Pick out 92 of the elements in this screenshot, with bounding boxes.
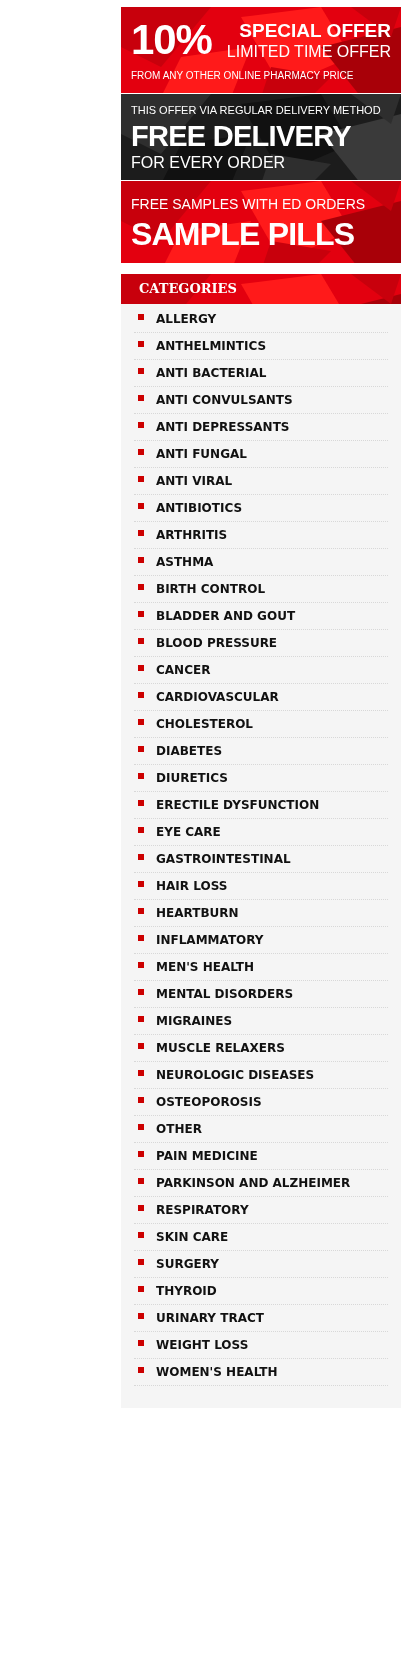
category-link[interactable]: ARTHRITIS (156, 526, 228, 544)
category-link[interactable]: ANTI CONVULSANTS (156, 391, 293, 409)
bullet-icon (138, 1124, 144, 1130)
category-link[interactable]: EYE CARE (156, 823, 221, 841)
bullet-icon (138, 1043, 144, 1049)
samples-note: FREE SAMPLES WITH ED ORDERS (131, 197, 367, 211)
category-link[interactable]: HEARTBURN (156, 904, 239, 922)
bullet-icon (138, 1151, 144, 1157)
delivery-subline: FOR EVERY ORDER (131, 155, 287, 171)
category-link[interactable]: INFLAMMATORY (156, 931, 264, 949)
bullet-icon (138, 935, 144, 941)
category-link[interactable]: BLADDER AND GOUT (156, 607, 296, 625)
bullet-icon (138, 854, 144, 860)
bullet-icon (138, 449, 144, 455)
category-link[interactable]: GASTROINTESTINAL (156, 850, 291, 868)
bullet-icon (138, 611, 144, 617)
offer-headline: SPECIAL OFFER (239, 21, 391, 40)
bullet-icon (138, 881, 144, 887)
category-link[interactable]: SURGERY (156, 1255, 219, 1273)
category-link[interactable]: BLOOD PRESSURE (156, 634, 278, 652)
bullet-icon (138, 1259, 144, 1265)
bullet-icon (138, 1016, 144, 1022)
category-link[interactable]: MUSCLE RELAXERS (156, 1039, 285, 1057)
category-link[interactable]: SKIN CARE (156, 1228, 229, 1246)
category-link[interactable]: ASTHMA (156, 553, 214, 571)
bullet-icon (138, 692, 144, 698)
bullet-icon (138, 530, 144, 536)
bullet-icon (138, 1313, 144, 1319)
category-link[interactable]: OSTEOPOROSIS (156, 1093, 262, 1111)
bullet-icon (138, 989, 144, 995)
category-link[interactable]: ANTI DEPRESSANTS (156, 418, 290, 436)
category-link[interactable]: DIURETICS (156, 769, 228, 787)
delivery-headline: FREE DELIVERY (131, 122, 352, 151)
category-link[interactable]: RESPIRATORY (156, 1201, 249, 1219)
bullet-icon (138, 1070, 144, 1076)
bullet-icon (138, 773, 144, 779)
category-link[interactable]: ANTI VIRAL (156, 472, 233, 490)
bullet-icon (138, 1178, 144, 1184)
bullet-icon (138, 1232, 144, 1238)
bullet-icon (138, 584, 144, 590)
category-link[interactable]: CHOLESTEROL (156, 715, 253, 733)
discount-amount: 10% (131, 19, 212, 61)
category-link[interactable]: THYROID (156, 1282, 217, 1300)
category-link[interactable]: MENTAL DISORDERS (156, 985, 294, 1003)
category-link[interactable]: URINARY TRACT (156, 1309, 264, 1327)
bullet-icon (138, 314, 144, 320)
category-link[interactable]: ANTI FUNGAL (156, 445, 247, 463)
category-link[interactable]: ANTI BACTERIAL (156, 364, 267, 382)
offer-subline: LIMITED TIME OFFER (226, 44, 391, 60)
samples-headline: SAMPLE PILLS (131, 218, 356, 250)
bullet-icon (138, 746, 144, 752)
bullet-icon (138, 1286, 144, 1292)
category-link[interactable]: PAIN MEDICINE (156, 1147, 258, 1165)
category-link[interactable]: PARKINSON AND ALZHEIMER (156, 1174, 351, 1192)
bullet-icon (138, 557, 144, 563)
category-link[interactable]: ERECTILE DYSFUNCTION (156, 796, 320, 814)
bullet-icon (138, 503, 144, 509)
category-link[interactable]: MIGRAINES (156, 1012, 233, 1030)
bullet-icon (138, 1097, 144, 1103)
category-link[interactable]: WOMEN'S HEALTH (156, 1363, 278, 1381)
promo-banner[interactable]: THIS OFFER VIA REGULAR DELIVERY METHOD FREE DELIVERY FOR EVERY ORDER (121, 94, 401, 180)
bullet-icon (138, 800, 144, 806)
category-link[interactable]: NEUROLOGIC DISEASES (156, 1066, 315, 1084)
category-link[interactable]: ALLERGY (156, 310, 217, 328)
bullet-icon (138, 962, 144, 968)
offer-note: FROM ANY OTHER ONLINE PHARMACY PRICE (131, 71, 355, 81)
bullet-icon (138, 422, 144, 428)
promo-banner[interactable]: FREE SAMPLES WITH ED ORDERS SAMPLE PILLS (121, 181, 401, 263)
category-link[interactable]: BIRTH CONTROL (156, 580, 266, 598)
bullet-icon (138, 1340, 144, 1346)
category-link[interactable]: ANTHELMINTICS (156, 337, 267, 355)
bullet-icon (138, 638, 144, 644)
category-link[interactable]: CANCER (156, 661, 211, 679)
category-link[interactable]: WEIGHT LOSS (156, 1336, 249, 1354)
category-link[interactable]: OTHER (156, 1120, 202, 1138)
categories-title: CATEGORIES (139, 282, 237, 295)
bullet-icon (138, 908, 144, 914)
category-link[interactable]: DIABETES (156, 742, 223, 760)
bullet-icon (138, 1367, 144, 1373)
category-link[interactable]: MEN'S HEALTH (156, 958, 255, 976)
bullet-icon (138, 719, 144, 725)
category-link[interactable]: ANTIBIOTICS (156, 499, 243, 517)
category-link[interactable]: CARDIOVASCULAR (156, 688, 279, 706)
bullet-icon (138, 827, 144, 833)
category-link[interactable]: HAIR LOSS (156, 877, 228, 895)
bullet-icon (138, 395, 144, 401)
bullet-icon (138, 368, 144, 374)
bullet-icon (138, 476, 144, 482)
bullet-icon (138, 665, 144, 671)
bullet-icon (138, 341, 144, 347)
delivery-note: THIS OFFER VIA REGULAR DELIVERY METHOD (131, 105, 382, 116)
bullet-icon (138, 1205, 144, 1211)
